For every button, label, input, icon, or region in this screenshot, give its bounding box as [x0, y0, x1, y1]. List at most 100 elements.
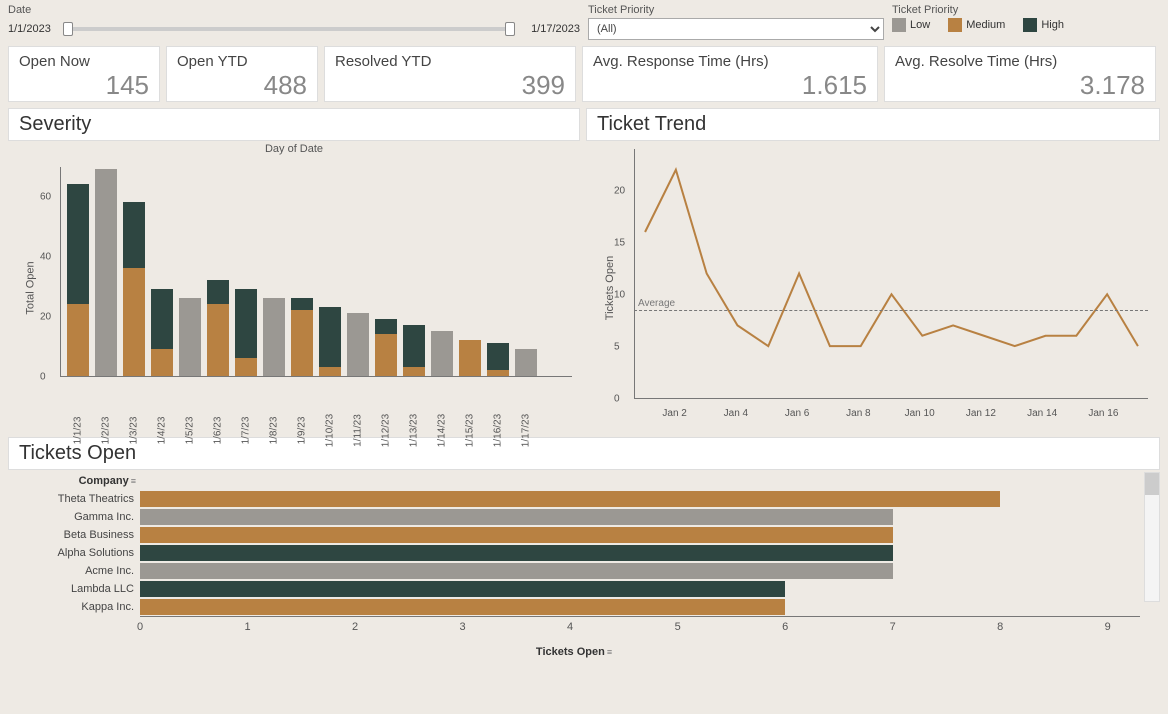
kpi-title: Open YTD	[177, 53, 307, 70]
tickets-row[interactable]: Theta Theatrics	[8, 490, 1140, 508]
severity-chart[interactable]: Day of Date Total Open 1/1/231/2/231/3/2…	[8, 143, 580, 433]
priority-filter-label: Ticket Priority	[588, 4, 884, 16]
kpi-card[interactable]: Resolved YTD399	[324, 46, 576, 102]
tickets-xtick: 5	[675, 621, 681, 633]
tickets-company-label: Acme Inc.	[8, 565, 140, 577]
kpi-value: 1.615	[593, 70, 867, 101]
severity-bar[interactable]: 1/11/23	[347, 313, 369, 376]
kpi-card[interactable]: Open YTD488	[166, 46, 318, 102]
severity-bar-segment-low	[95, 169, 117, 376]
tickets-row[interactable]: Alpha Solutions	[8, 544, 1140, 562]
severity-bar-segment-low	[515, 349, 537, 376]
severity-bar[interactable]: 1/4/23	[151, 289, 173, 376]
tickets-xtick: 8	[997, 621, 1003, 633]
kpi-value: 3.178	[895, 70, 1145, 101]
legend-title: Ticket Priority	[892, 4, 1156, 16]
tickets-open-chart[interactable]: Company≡ Theta Theatrics Gamma Inc. Beta B…	[8, 472, 1160, 650]
trend-average-line	[634, 310, 1148, 311]
kpi-title: Open Now	[19, 53, 149, 70]
trend-chart[interactable]: Tickets Open 05101520AverageJan 2Jan 4Ja…	[586, 143, 1160, 433]
tickets-scrollbar[interactable]	[1144, 472, 1160, 602]
tickets-xtick: 2	[352, 621, 358, 633]
tickets-row[interactable]: Kappa Inc.	[8, 598, 1140, 616]
tickets-xtick: 1	[244, 621, 250, 633]
tickets-xtick: 0	[137, 621, 143, 633]
severity-bar-segment-high	[207, 280, 229, 304]
severity-bar-segment-high	[319, 307, 341, 367]
date-slider[interactable]: 1/1/2023 1/17/2023	[8, 18, 580, 40]
severity-bar-segment-low	[179, 298, 201, 376]
severity-xtick: 1/14/23	[437, 414, 448, 447]
trend-line-svg	[635, 149, 1148, 398]
tickets-company-label: Beta Business	[8, 529, 140, 541]
date-slider-handle-start[interactable]	[63, 22, 73, 36]
severity-bar[interactable]: 1/16/23	[487, 343, 509, 376]
tickets-bar[interactable]	[140, 563, 893, 579]
severity-bar[interactable]: 1/2/23	[95, 169, 117, 376]
tickets-scrollbar-thumb[interactable]	[1145, 473, 1159, 495]
kpi-value: 399	[335, 70, 565, 101]
severity-bar[interactable]: 1/13/23	[403, 325, 425, 376]
kpi-card[interactable]: Avg. Response Time (Hrs)1.615	[582, 46, 878, 102]
legend-item-low[interactable]: Low	[892, 18, 930, 32]
trend-line[interactable]	[645, 170, 1138, 346]
tickets-bar[interactable]	[140, 599, 785, 615]
severity-bar[interactable]: 1/12/23	[375, 319, 397, 376]
date-filter: Date 1/1/2023 1/17/2023	[8, 4, 580, 40]
middle-row: Severity Day of Date Total Open 1/1/231/…	[0, 108, 1168, 433]
severity-plot-area: 1/1/23 1/2/23 1/3/23 1/4/23 1/5/23 1/6/23 1/7/…	[60, 167, 572, 377]
severity-bar[interactable]: 1/9/23	[291, 298, 313, 376]
priority-select[interactable]: (All)	[588, 18, 884, 40]
tickets-bar[interactable]	[140, 545, 893, 561]
severity-bar-segment-low	[263, 298, 285, 376]
kpi-card[interactable]: Open Now145	[8, 46, 160, 102]
legend-swatch	[892, 18, 906, 32]
tickets-bar[interactable]	[140, 509, 893, 525]
tickets-bar[interactable]	[140, 581, 785, 597]
tickets-x-axis-title[interactable]: Tickets Open≡	[8, 646, 1140, 658]
date-slider-handle-end[interactable]	[505, 22, 515, 36]
severity-bar[interactable]: 1/1/23	[67, 184, 89, 376]
severity-bar-segment-medium	[67, 304, 89, 376]
tickets-open-title: Tickets Open	[8, 437, 1160, 470]
severity-bar-segment-medium	[319, 367, 341, 376]
tickets-bar[interactable]	[140, 527, 893, 543]
trend-panel: Ticket Trend Tickets Open 05101520Averag…	[586, 108, 1160, 433]
tickets-row[interactable]: Acme Inc.	[8, 562, 1140, 580]
tickets-row[interactable]: Lambda LLC	[8, 580, 1140, 598]
severity-bar[interactable]: 1/15/23	[459, 340, 481, 376]
legend-items: Low Medium High	[892, 18, 1156, 32]
trend-ytick: 20	[614, 185, 625, 196]
severity-bar-segment-high	[123, 202, 145, 268]
tickets-bar[interactable]	[140, 491, 1000, 507]
tickets-bar-area	[140, 581, 1140, 597]
tickets-company-label: Theta Theatrics	[8, 493, 140, 505]
severity-bar-segment-high	[67, 184, 89, 304]
severity-bar[interactable]: 1/7/23	[235, 289, 257, 376]
severity-bar[interactable]: 1/17/23	[515, 349, 537, 376]
legend-item-medium[interactable]: Medium	[948, 18, 1005, 32]
tickets-bar-area	[140, 509, 1140, 525]
tickets-company-label: Alpha Solutions	[8, 547, 140, 559]
severity-bar-segment-medium	[487, 370, 509, 376]
severity-bar[interactable]: 1/6/23	[207, 280, 229, 376]
severity-bar[interactable]: 1/14/23	[431, 331, 453, 376]
trend-ytick: 10	[614, 289, 625, 300]
severity-bar[interactable]: 1/8/23	[263, 298, 285, 376]
kpi-card[interactable]: Avg. Resolve Time (Hrs)3.178	[884, 46, 1156, 102]
tickets-xtick: 4	[567, 621, 573, 633]
severity-bar[interactable]: 1/3/23	[123, 202, 145, 376]
trend-ytick: 5	[614, 341, 620, 352]
trend-title: Ticket Trend	[586, 108, 1160, 141]
legend-item-high[interactable]: High	[1023, 18, 1064, 32]
severity-bar[interactable]: 1/10/23	[319, 307, 341, 376]
trend-xtick: Jan 16	[1088, 408, 1118, 419]
severity-ytick: 0	[40, 372, 46, 383]
trend-ytick: 0	[614, 394, 620, 405]
tickets-row-header[interactable]: Company≡	[8, 475, 140, 487]
severity-bar-segment-medium	[151, 349, 173, 376]
tickets-row[interactable]: Beta Business	[8, 526, 1140, 544]
severity-xtick: 1/6/23	[213, 417, 224, 445]
severity-bar[interactable]: 1/5/23	[179, 298, 201, 376]
tickets-row[interactable]: Gamma Inc.	[8, 508, 1140, 526]
